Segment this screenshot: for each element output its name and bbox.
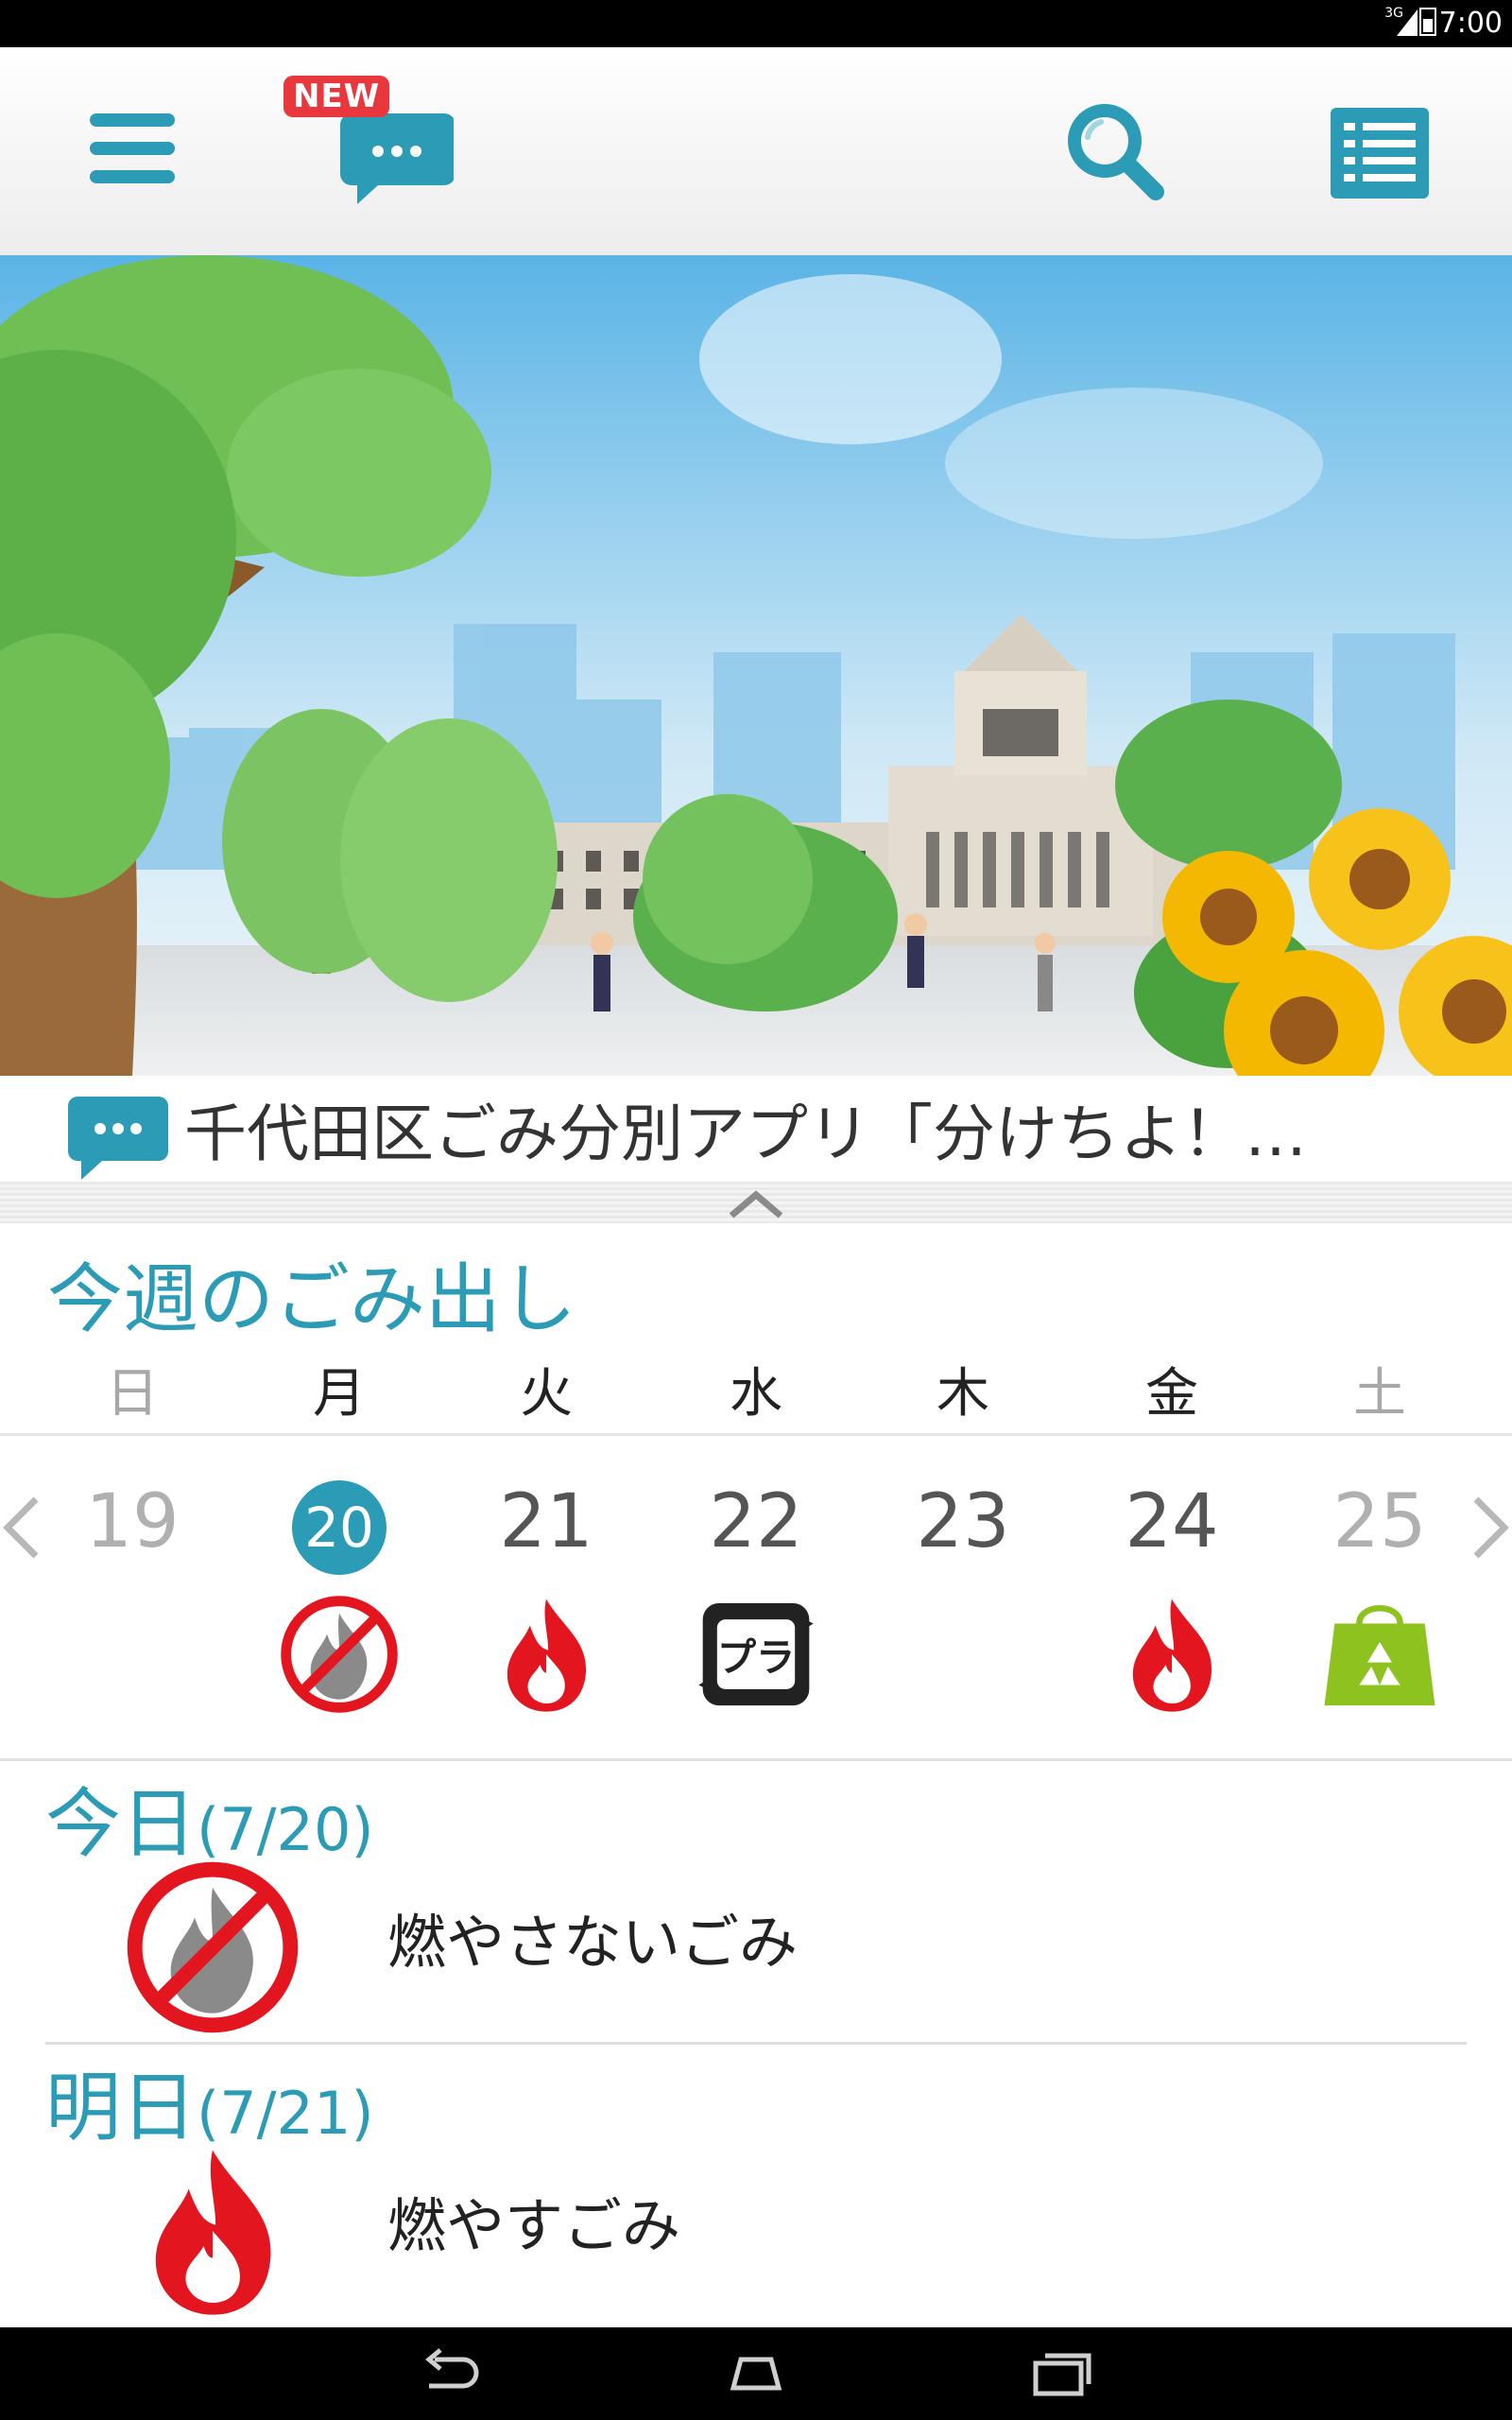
menu-icon[interactable]	[90, 113, 175, 189]
today-date: (7/20)	[197, 1795, 374, 1864]
signal-icon	[1397, 9, 1418, 36]
day-22[interactable]: 22	[680, 1475, 832, 1569]
status-bar: 3G 7:00	[0, 0, 1512, 47]
recents-icon[interactable]	[1030, 2346, 1096, 2399]
back-icon[interactable]	[416, 2346, 482, 2399]
burnable-fire-icon	[1132, 1599, 1212, 1712]
weekday-sat: 土	[1353, 1363, 1406, 1425]
collapse-handle[interactable]	[0, 1182, 1512, 1223]
chevron-up-icon	[729, 1190, 783, 1219]
weekday-mon: 月	[313, 1363, 366, 1425]
system-nav-bar	[0, 2327, 1512, 2420]
burnable-fire-icon	[155, 2150, 271, 2315]
week-title: 今週のごみ出し	[47, 1255, 576, 1343]
day-20-today[interactable]: 20	[264, 1475, 415, 1575]
today-label: 今日	[45, 1780, 197, 1868]
news-ticker[interactable]: 千代田区ごみ分別アプリ「分けちよ！…	[0, 1076, 1512, 1182]
list-icon[interactable]	[1331, 108, 1429, 199]
today-circle: 20	[292, 1480, 387, 1575]
next-week-arrow[interactable]	[1470, 1490, 1512, 1565]
recycle-bag-icon	[1324, 1605, 1435, 1706]
app-bar: NEW	[0, 47, 1512, 256]
section-divider	[45, 2042, 1467, 2045]
chat-bubble-icon	[68, 1097, 168, 1180]
banner-illustration	[0, 255, 1512, 1076]
plastic-recycle-icon: プラ	[698, 1602, 814, 1706]
weekday-thu: 木	[936, 1363, 989, 1425]
home-icon[interactable]	[720, 2346, 792, 2399]
day-23[interactable]: 23	[887, 1475, 1039, 1569]
day-21[interactable]: 21	[471, 1475, 622, 1569]
battery-icon	[1419, 8, 1436, 36]
weekday-wed: 水	[730, 1363, 782, 1425]
non-burnable-icon	[281, 1596, 398, 1713]
today-item: 燃やさないごみ	[387, 1908, 799, 1977]
prev-week-arrow[interactable]	[0, 1490, 42, 1565]
non-burnable-icon	[127, 1861, 299, 2033]
svg-text:プラ: プラ	[717, 1634, 795, 1680]
tomorrow-date: (7/21)	[197, 2079, 374, 2148]
weekday-tue: 火	[520, 1363, 573, 1425]
burnable-fire-icon	[507, 1599, 587, 1712]
day-24[interactable]: 24	[1096, 1475, 1247, 1569]
news-headline: 千代田区ごみ分別アプリ「分けちよ！…	[184, 1098, 1307, 1170]
day-25[interactable]: 25	[1304, 1475, 1455, 1569]
clock: 7:00	[1438, 7, 1503, 40]
tomorrow-label: 明日	[45, 2064, 197, 2152]
tomorrow-item: 燃やすごみ	[387, 2191, 681, 2260]
news-button[interactable]: NEW	[284, 76, 454, 217]
search-icon[interactable]	[1063, 99, 1167, 203]
weekday-sun: 日	[106, 1363, 159, 1425]
weekday-header: 日 月 火 水 木 金 土	[0, 1361, 1512, 1436]
day-19[interactable]: 19	[57, 1475, 208, 1569]
weekday-fri: 金	[1145, 1363, 1198, 1425]
week-days: 19 20 21 22 23 24 25 プラ	[0, 1437, 1512, 1761]
new-badge: NEW	[284, 76, 390, 117]
